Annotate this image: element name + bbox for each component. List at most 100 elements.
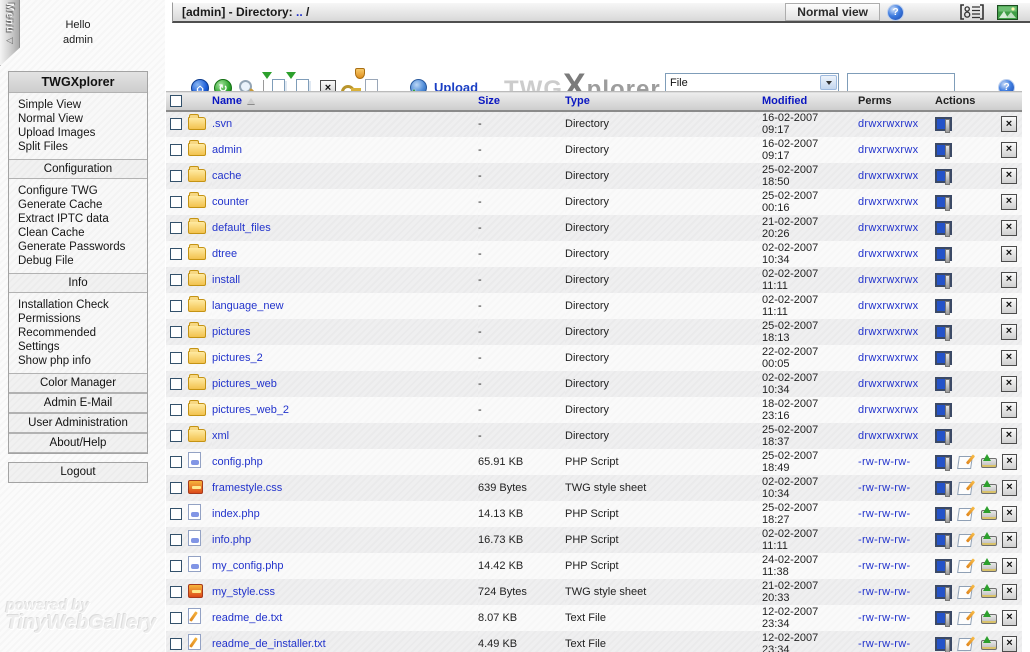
row-checkbox[interactable] — [170, 534, 182, 546]
sidebar-item-recommended-settings[interactable]: Recommended Settings — [18, 326, 129, 354]
file-name-link[interactable]: my_config.php — [212, 560, 284, 572]
file-name-link[interactable]: xml — [212, 430, 229, 442]
permissions-link[interactable]: drwxrwxrwx — [858, 144, 918, 156]
delete-action-button[interactable]: × — [1001, 194, 1017, 210]
view-action-icon[interactable] — [935, 194, 952, 210]
sidebar-item-clean-cache[interactable]: Clean Cache — [18, 226, 129, 240]
permissions-link[interactable]: drwxrwxrwx — [858, 300, 918, 312]
view-action-icon[interactable] — [935, 428, 952, 444]
row-checkbox[interactable] — [170, 586, 182, 598]
row-checkbox[interactable] — [170, 456, 182, 468]
permissions-link[interactable]: -rw-rw-rw- — [858, 508, 910, 520]
row-checkbox[interactable] — [170, 352, 182, 364]
delete-action-button[interactable]: × — [1001, 142, 1017, 158]
permissions-link[interactable]: -rw-rw-rw- — [858, 586, 910, 598]
delete-action-button[interactable]: × — [1002, 480, 1017, 496]
file-name-link[interactable]: config.php — [212, 456, 263, 468]
menu-slide-tab[interactable]: Menu ◁ — [0, 0, 20, 66]
sidebar-item-permissions[interactable]: Permissions — [18, 312, 129, 326]
view-action-icon[interactable] — [935, 376, 952, 392]
new-name-input[interactable] — [847, 73, 955, 92]
edit-action-icon[interactable] — [958, 636, 973, 651]
download-action-icon[interactable] — [980, 532, 995, 547]
view-action-icon[interactable] — [935, 324, 952, 340]
sidebar-item-extract-iptc-data[interactable]: Extract IPTC data — [18, 212, 129, 226]
view-action-icon[interactable] — [935, 350, 952, 366]
sidebar-item-normal-view[interactable]: Normal View — [18, 112, 129, 126]
file-name-link[interactable]: readme_de.txt — [212, 612, 282, 624]
sidebar-item-upload-images[interactable]: Upload Images — [18, 126, 129, 140]
edit-action-icon[interactable] — [958, 610, 973, 625]
view-action-icon[interactable] — [935, 116, 952, 132]
titlebar-help-icon[interactable]: ? — [888, 5, 903, 20]
download-action-icon[interactable] — [980, 636, 995, 651]
row-checkbox[interactable] — [170, 430, 182, 442]
row-checkbox[interactable] — [170, 326, 182, 338]
file-name-link[interactable]: counter — [212, 196, 249, 208]
sidebar-header-color-manager[interactable]: Color Manager — [9, 373, 147, 393]
delete-action-button[interactable]: × — [1002, 584, 1017, 600]
file-name-link[interactable]: pictures_web — [212, 378, 277, 390]
delete-action-button[interactable]: × — [1001, 428, 1017, 444]
view-action-icon[interactable] — [935, 168, 952, 184]
delete-action-button[interactable]: × — [1002, 506, 1017, 522]
file-name-link[interactable]: admin — [212, 144, 242, 156]
permissions-link[interactable]: drwxrwxrwx — [858, 222, 918, 234]
row-checkbox[interactable] — [170, 222, 182, 234]
view-mode-button[interactable]: Normal view — [785, 3, 880, 21]
view-action-icon[interactable] — [935, 246, 952, 262]
row-checkbox[interactable] — [170, 144, 182, 156]
edit-action-icon[interactable] — [958, 480, 973, 495]
row-checkbox[interactable] — [170, 118, 182, 130]
header-name[interactable]: Name — [212, 92, 478, 111]
sidebar-item-split-files[interactable]: Split Files — [18, 140, 129, 154]
permissions-link[interactable]: drwxrwxrwx — [858, 118, 918, 130]
permissions-link[interactable]: drwxrwxrwx — [858, 248, 918, 260]
delete-action-button[interactable]: × — [1001, 272, 1017, 288]
row-checkbox[interactable] — [170, 248, 182, 260]
sidebar-item-installation-check[interactable]: Installation Check — [18, 298, 129, 312]
view-action-icon[interactable] — [935, 454, 951, 470]
sidebar-header-user-administration[interactable]: User Administration — [9, 413, 147, 433]
delete-action-button[interactable]: × — [1002, 636, 1017, 652]
edit-action-icon[interactable] — [958, 532, 973, 547]
view-action-icon[interactable] — [935, 584, 951, 600]
file-name-link[interactable]: dtree — [212, 248, 237, 260]
delete-action-button[interactable]: × — [1002, 558, 1017, 574]
thumbnail-view-icon[interactable] — [997, 5, 1018, 20]
delete-action-button[interactable]: × — [1001, 220, 1017, 236]
delete-action-button[interactable]: × — [1001, 376, 1017, 392]
permissions-link[interactable]: -rw-rw-rw- — [858, 560, 910, 572]
row-checkbox[interactable] — [170, 196, 182, 208]
header-modified[interactable]: Modified — [758, 92, 858, 111]
file-name-link[interactable]: install — [212, 274, 240, 286]
view-action-icon[interactable] — [935, 272, 952, 288]
permissions-link[interactable]: drwxrwxrwx — [858, 430, 918, 442]
permissions-link[interactable]: drwxrwxrwx — [858, 352, 918, 364]
sidebar-header-info[interactable]: Info — [9, 273, 147, 293]
download-action-icon[interactable] — [980, 454, 995, 469]
edit-action-icon[interactable] — [958, 506, 973, 521]
create-type-select[interactable]: File — [665, 73, 839, 92]
sidebar-item-generate-cache[interactable]: Generate Cache — [18, 198, 129, 212]
view-action-icon[interactable] — [935, 636, 951, 652]
row-checkbox[interactable] — [170, 404, 182, 416]
download-action-icon[interactable] — [980, 558, 995, 573]
file-name-link[interactable]: index.php — [212, 508, 260, 520]
delete-action-button[interactable]: × — [1002, 454, 1017, 470]
list-view-icon[interactable] — [959, 4, 985, 20]
view-action-icon[interactable] — [935, 506, 951, 522]
delete-action-button[interactable]: × — [1001, 116, 1017, 132]
file-name-link[interactable]: cache — [212, 170, 241, 182]
file-name-link[interactable]: info.php — [212, 534, 251, 546]
download-action-icon[interactable] — [980, 610, 995, 625]
row-checkbox[interactable] — [170, 378, 182, 390]
select-all-checkbox[interactable] — [170, 95, 182, 107]
view-action-icon[interactable] — [935, 298, 952, 314]
header-size[interactable]: Size — [478, 92, 565, 111]
sidebar-item-configure-twg[interactable]: Configure TWG — [18, 184, 129, 198]
row-checkbox[interactable] — [170, 638, 182, 650]
row-checkbox[interactable] — [170, 274, 182, 286]
file-name-link[interactable]: pictures_web_2 — [212, 404, 289, 416]
view-action-icon[interactable] — [935, 142, 952, 158]
